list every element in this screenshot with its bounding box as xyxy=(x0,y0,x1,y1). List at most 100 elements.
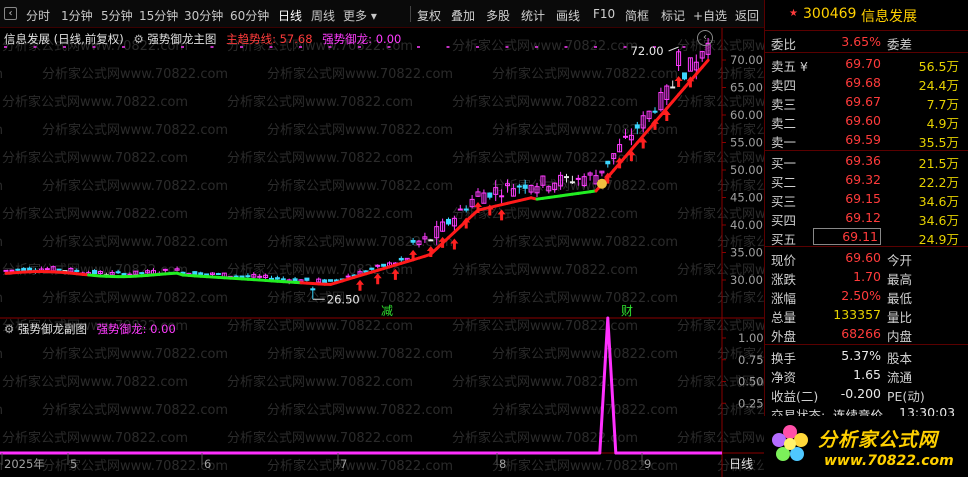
candle-body xyxy=(499,195,505,198)
watermark-text: 分析家公式网www.70822.com xyxy=(0,234,3,250)
multi-stock-button[interactable]: 多股 xyxy=(486,7,510,24)
stat-row: 换手 5.37% 股本 xyxy=(765,347,968,366)
y-tick-label: 50.00 xyxy=(730,163,763,177)
candle-body xyxy=(428,239,434,242)
tab-15min[interactable]: 15分钟 xyxy=(139,7,178,24)
candle-body xyxy=(15,268,21,271)
tab-30min[interactable]: 30分钟 xyxy=(184,7,223,24)
money-bag-icon xyxy=(596,178,607,189)
divider xyxy=(765,30,968,31)
ask-row[interactable]: 卖五 ¥ 69.70 56.5万 xyxy=(765,55,968,74)
candle-body xyxy=(92,269,97,275)
sub-y-tick-label: 0.25 xyxy=(738,396,764,410)
ask-row[interactable]: 卖一 69.59 35.5万 xyxy=(765,131,968,150)
stat-right-label: PE(动) xyxy=(887,389,925,404)
watermark-text: 分析家公式网www.70822.com xyxy=(2,94,188,110)
bid-row[interactable]: 买三 69.15 34.6万 xyxy=(765,190,968,209)
weibi-value: 3.65% xyxy=(841,34,881,49)
trend-line-value: 主趋势线: 57.68 xyxy=(226,32,313,46)
watermark-text: 分析家公式网www.70822.com xyxy=(492,66,678,82)
collapse-chevron-icon[interactable]: ‹ xyxy=(697,30,713,46)
candle-body xyxy=(215,273,221,276)
book-volume: 35.5万 xyxy=(918,135,959,150)
book-level-label: 买四 xyxy=(771,213,797,228)
buy-arrow-icon xyxy=(356,279,364,291)
main-indicator-name[interactable]: 强势御龙主图 xyxy=(147,32,216,46)
signal-dot xyxy=(594,46,597,48)
watermark-text: 分析家公式网www.70822.com xyxy=(42,234,228,250)
low-label: 26.50 xyxy=(327,292,360,306)
weibi-label: 委比 xyxy=(771,37,797,52)
stat-value: 69.60 xyxy=(845,250,881,265)
candle-body xyxy=(9,269,15,272)
draw-line-button[interactable]: 画线 xyxy=(556,7,580,24)
sub-gear-icon[interactable]: ⚙ xyxy=(4,322,14,336)
tab-5min[interactable]: 5分钟 xyxy=(101,7,133,24)
x-tick-label: 2025年 xyxy=(4,457,45,471)
kline-chart[interactable]: 分析家公式网www.70822.com 分析家公式网www.70822.com 分析… xyxy=(0,28,764,477)
watermark-text: 分析家公式网www.70822.com xyxy=(2,150,188,166)
stats-button[interactable]: 统计 xyxy=(521,7,545,24)
chart-toolbar: ‹ 分时 1分钟 5分钟 15分钟 30分钟 60分钟 日线 周线 更多 ▾ 复… xyxy=(0,0,764,28)
add-watchlist-button[interactable]: +自选 xyxy=(693,7,727,24)
y-tick-label: 55.00 xyxy=(730,136,763,150)
candle-body xyxy=(569,181,575,184)
candle-body xyxy=(56,268,62,271)
tab-weekly[interactable]: 周线 xyxy=(311,7,335,24)
x-tick-label: 9 xyxy=(644,457,651,471)
candle-body xyxy=(381,263,387,267)
watermark-text: 分析家公式网www.70822.com xyxy=(227,318,413,334)
more-dropdown[interactable]: 更多 ▾ xyxy=(343,7,377,24)
book-volume: 34.6万 xyxy=(918,194,959,209)
stock-code: 300469 xyxy=(803,6,857,22)
tab-daily[interactable]: 日线 xyxy=(278,7,302,24)
return-button[interactable]: 返回 xyxy=(735,7,759,24)
book-price: 69.60 xyxy=(845,113,881,128)
stat-right-label: 最低 xyxy=(887,291,913,306)
y-tick-label: 70.00 xyxy=(730,53,763,67)
star-icon[interactable]: ★ xyxy=(789,8,798,19)
bid-row[interactable]: 买一 69.36 21.5万 xyxy=(765,152,968,171)
logo-url: www.70822.com xyxy=(824,453,954,469)
ask-row[interactable]: 卖二 69.60 4.9万 xyxy=(765,112,968,131)
signal-label-wealth: 财 xyxy=(621,304,633,318)
watermark-text: 分析家公式网www.70822.com xyxy=(452,430,638,446)
watermark-text: 分析家公式网www.70822.com xyxy=(0,178,3,194)
tab-60min[interactable]: 60分钟 xyxy=(230,7,269,24)
watermark-layer: 分析家公式网www.70822.com 分析家公式网www.70822.com 分析… xyxy=(0,38,764,474)
simple-frame-button[interactable]: 简框 xyxy=(625,7,649,24)
watermark-text: 分析家公式网www.70822.com xyxy=(492,234,678,250)
back-arrow-icon[interactable]: ‹ xyxy=(4,7,17,20)
tab-1min[interactable]: 1分钟 xyxy=(61,7,93,24)
stat-row: 现价 69.60 今开 xyxy=(765,249,968,268)
candle-body xyxy=(634,124,640,129)
mark-button[interactable]: 标记 xyxy=(661,7,685,24)
gear-icon[interactable]: ⚙ xyxy=(133,32,143,46)
sub-y-tick-label: 0.50 xyxy=(738,375,764,389)
toolbar-divider xyxy=(410,6,411,22)
watermark-text: 分析家公式网www.70822.com xyxy=(267,290,453,306)
bid-row[interactable]: 买二 69.32 22.2万 xyxy=(765,171,968,190)
watermark-text: 分析家公式网www.70822.com xyxy=(452,38,638,54)
candle-body xyxy=(575,177,581,180)
f10-button[interactable]: F10 xyxy=(593,7,615,21)
book-volume: 21.5万 xyxy=(918,156,959,171)
sub-indicator-name[interactable]: 强势御龙副图 xyxy=(18,322,87,336)
book-price: 69.12 xyxy=(845,210,881,225)
candle-body xyxy=(682,72,687,80)
watermark-text: 分析家公式网www.70822.com xyxy=(42,402,228,418)
ask-row[interactable]: 卖三 69.67 7.7万 xyxy=(765,93,968,112)
book-price: 69.11 xyxy=(813,228,881,245)
bid-row[interactable]: 买四 69.12 34.6万 xyxy=(765,209,968,228)
sub-chart: 1.00 0.75 0.50 0.25 2025年 5 6 7 8 9 日线 xyxy=(0,316,764,471)
watermark-text: 分析家公式网www.70822.com xyxy=(492,290,678,306)
high-label: 72.00 xyxy=(631,44,664,58)
signal-dot xyxy=(623,46,627,48)
overlay-button[interactable]: 叠加 xyxy=(451,7,475,24)
ask-row[interactable]: 卖四 69.68 24.4万 xyxy=(765,74,968,93)
fuquan-button[interactable]: 复权 xyxy=(417,7,441,24)
stat-row: 外盘 68266 内盘 xyxy=(765,325,968,344)
bid-row[interactable]: 买五 69.11 24.9万 xyxy=(765,228,968,247)
watermark-text: 分析家公式网www.70822.com xyxy=(42,122,228,138)
tab-fenshi[interactable]: 分时 xyxy=(26,7,50,24)
